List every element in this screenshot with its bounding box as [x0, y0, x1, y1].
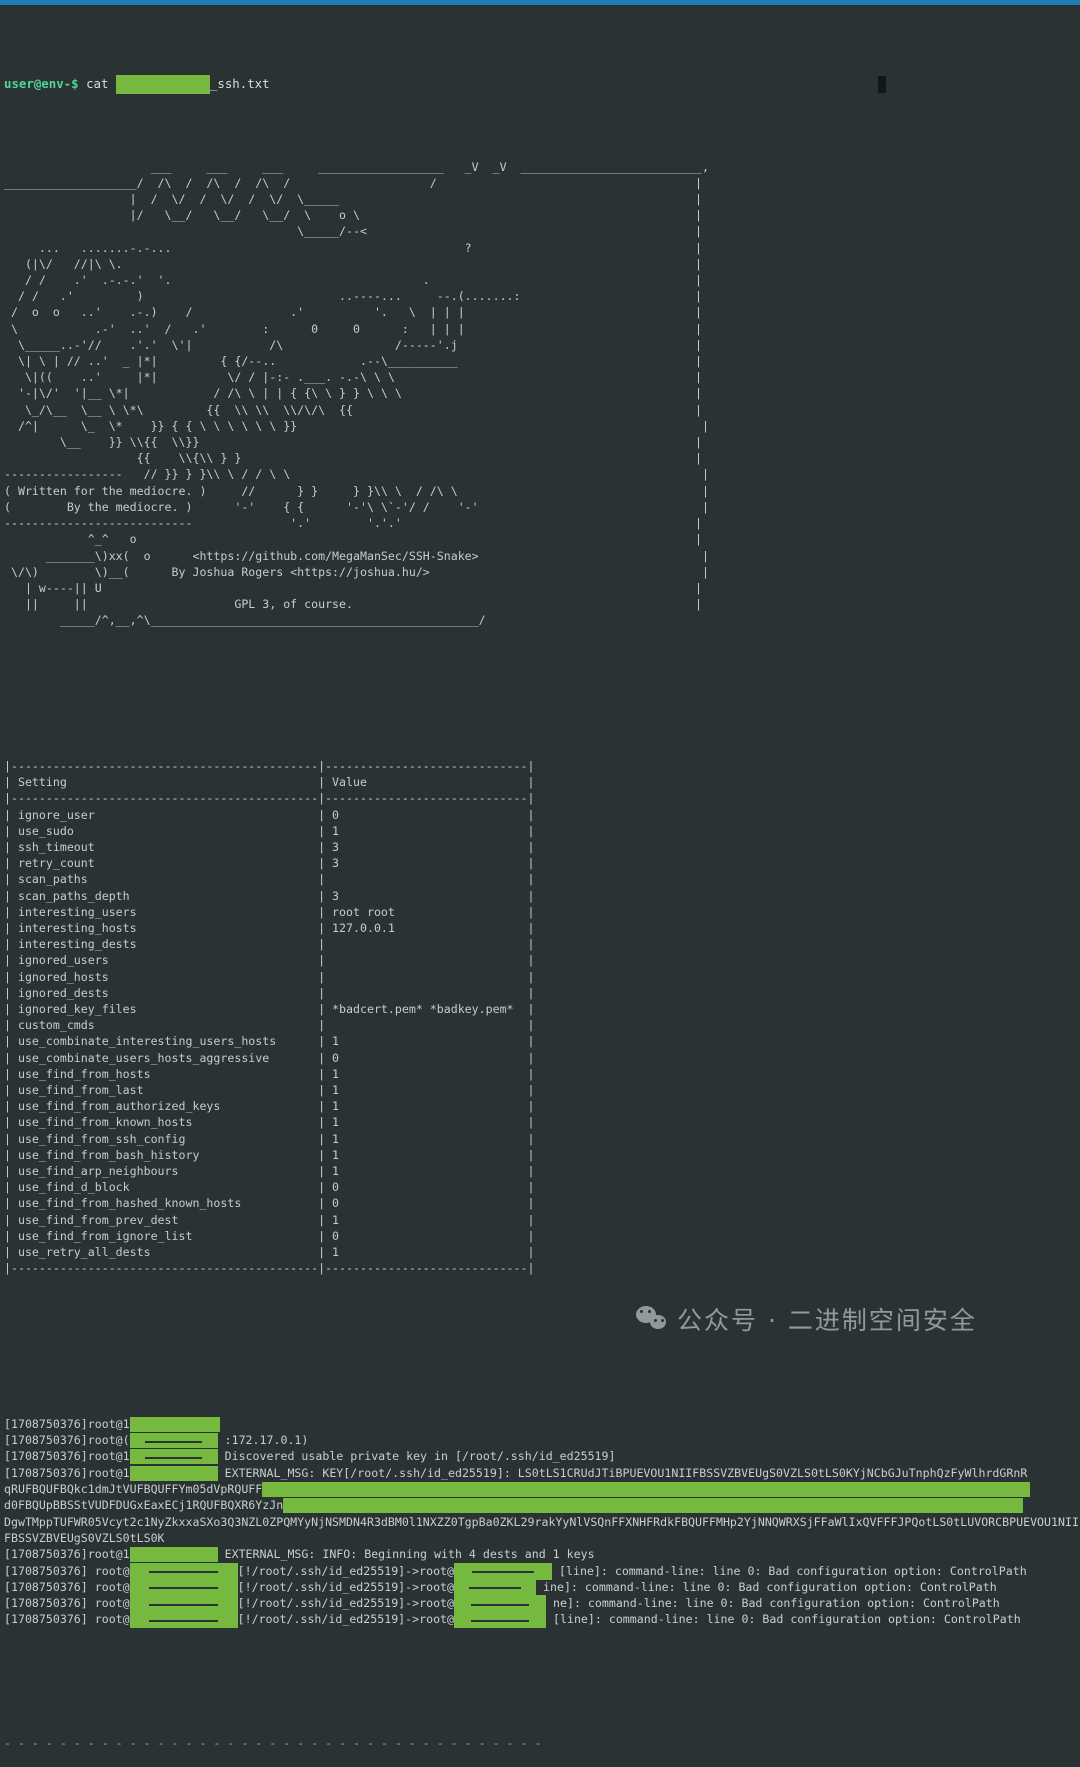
ssh-attempt-log-entry: [1708750376] root@ [!/root/.ssh/id_ed2551…: [4, 1595, 1080, 1613]
redacted-hostname: [129, 1547, 218, 1563]
prompt-command-before: cat: [78, 75, 116, 91]
log-text: [!/root/.ssh/id_ed25519]->root@: [237, 1563, 455, 1578]
redacted-hostname: [129, 1595, 238, 1613]
log-text: [line]: command-line: line 0: Bad config…: [546, 1612, 1021, 1627]
log-entry: [1708750376]root@1 EXTERNAL_MSG: INFO: B…: [4, 1546, 1080, 1563]
prompt-user-host: user@env-$: [4, 75, 79, 91]
log-text: [1708750376] root@: [4, 1579, 130, 1594]
redacted-hostname: [129, 1578, 238, 1596]
shell-prompt-line: user@env-$ cat _ssh.txt: [4, 74, 1080, 94]
log-text: [1708750376] root@: [4, 1612, 130, 1627]
log-text: [1708750376]root@1: [4, 1416, 130, 1431]
redacted-hostname: [129, 1465, 218, 1481]
redacted-hostname: [129, 1611, 238, 1629]
log-text: [1708750376]root@1: [4, 1465, 130, 1480]
private-key-blob-line: d0FBQUpBBSStVUDFDUGxEaxECj1RQUFBQXR6YzJn: [4, 1497, 1080, 1514]
ssh-attempt-log-entry: [1708750376] root@ [!/root/.ssh/id_ed2551…: [4, 1578, 1080, 1596]
log-text: Discovered usable private key in [/root/…: [217, 1449, 616, 1464]
redacted-hostname: [454, 1578, 537, 1596]
log-text: ne]: command-line: line 0: Bad configura…: [546, 1596, 1000, 1611]
redacted-hostname: [454, 1611, 547, 1629]
log-entry: [1708750376]root@1: [4, 1416, 1080, 1432]
redacted-key-material: [283, 1498, 1024, 1514]
settings-table: |---------------------------------------…: [4, 758, 535, 1276]
log-text: EXTERNAL_MSG: KEY[/root/.ssh/id_ed25519]…: [217, 1465, 1028, 1480]
redacted-hostname: [454, 1595, 547, 1613]
redacted-hostname: [129, 1433, 218, 1449]
log-tail-spacer: [4, 1676, 1080, 1702]
log-text: [1708750376]root@1: [4, 1449, 130, 1464]
log-text: ine]: command-line: line 0: Bad configur…: [536, 1579, 997, 1594]
log-entry: [1708750376]root@1 EXTERNAL_MSG: KEY[/ro…: [4, 1465, 1080, 1481]
log-text: :172.17.0.1): [217, 1433, 309, 1448]
log-text: qRUFBQUFBQkc1dmJtVUFBQUFFYm05dVpRQUFF: [4, 1482, 263, 1497]
private-key-blob-line: DgwTMppTUFWR05Vcyt2c1NyZkxxaSXo3Q3NZL0ZP…: [4, 1514, 1080, 1547]
table-log-spacer: [4, 1325, 1080, 1351]
ssh-attempt-log-entry: [1708750376] root@ [!/root/.ssh/id_ed2551…: [4, 1611, 1080, 1629]
log-text: [!/root/.ssh/id_ed25519]->root@: [237, 1596, 455, 1611]
log-text: [line]: command-line: line 0: Bad config…: [552, 1563, 1027, 1578]
log-text: [!/root/.ssh/id_ed25519]->root@: [237, 1612, 455, 1627]
redacted-hostname: [454, 1562, 553, 1580]
redacted-hostname: [129, 1449, 218, 1465]
log-text: d0FBQUpBBSStVUDFDUGxEaxECj1RQUFBQXR6YzJn: [4, 1498, 284, 1513]
banner-spacer: [4, 677, 1080, 693]
terminal-output-area[interactable]: user@env-$ cat _ssh.txt ___ ___ ___ ____…: [0, 5, 1080, 1750]
log-text: EXTERNAL_MSG: INFO: Beginning with 4 des…: [217, 1547, 595, 1562]
log-entry: [1708750376]root@1 Discovered usable pri…: [4, 1448, 1080, 1465]
log-text: [1708750376]root@1: [4, 1547, 130, 1562]
terminal-cursor: [877, 75, 886, 93]
prompt-command-after: _ssh.txt: [209, 75, 270, 91]
redacted-hostname: [129, 1416, 220, 1432]
redacted-key-material: [262, 1482, 1031, 1498]
redacted-filename-prefix: [115, 74, 210, 94]
log-tail-separator: - - - - - - - - - - - - - - - - - - - - …: [4, 1735, 542, 1750]
log-entry: [1708750376]root@( :172.17.0.1): [4, 1432, 1080, 1449]
private-key-blob-line: qRUFBQUFBQkc1dmJtVUFBQUFFYm05dVpRQUFF: [4, 1481, 1080, 1498]
log-text: [!/root/.ssh/id_ed25519]->root@: [237, 1579, 455, 1594]
ssh-attempt-log-entry: [1708750376] root@ [!/root/.ssh/id_ed2551…: [4, 1562, 1080, 1580]
log-text: [1708750376]root@(: [4, 1433, 130, 1448]
log-text: [1708750376] root@: [4, 1563, 130, 1578]
ssh-snake-ascii-banner: ___ ___ ___ __________________ _V _V ___…: [4, 159, 709, 628]
redacted-hostname: [129, 1562, 238, 1580]
log-text: [1708750376] root@: [4, 1596, 130, 1611]
log-text: DgwTMppTUFWR05Vcyt2c1NyZkxxaSXo3Q3NZL0ZP…: [4, 1514, 1079, 1545]
scan-log-output: [1708750376]root@1 [1708750376]root@( :17…: [4, 1416, 1080, 1629]
